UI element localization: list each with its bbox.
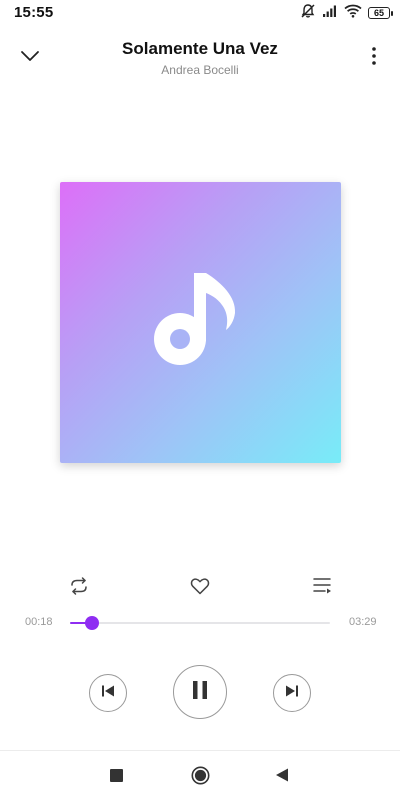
artist-name: Andrea Bocelli [161, 63, 239, 77]
status-icons: 65 [300, 3, 393, 24]
battery-level: 65 [373, 8, 384, 18]
signal-icon [322, 4, 338, 23]
progress-row: 00:18 03:29 [0, 612, 400, 634]
home-icon[interactable] [191, 766, 210, 785]
pause-button[interactable] [173, 665, 227, 719]
status-bar: 15:55 65 [0, 0, 400, 26]
recent-apps-icon[interactable] [110, 769, 123, 782]
next-button[interactable] [273, 674, 311, 712]
more-vertical-icon[interactable] [366, 44, 382, 68]
repeat-icon[interactable] [67, 574, 91, 598]
notifications-off-icon [300, 3, 316, 24]
pause-icon [189, 679, 211, 706]
next-icon [284, 683, 300, 704]
system-nav-bar [0, 751, 400, 800]
previous-button[interactable] [89, 674, 127, 712]
total-time: 03:29 [349, 616, 377, 628]
progress-bar[interactable] [70, 616, 330, 630]
back-icon[interactable] [274, 767, 290, 783]
action-row [0, 574, 400, 600]
progress-thumb[interactable] [85, 616, 100, 630]
elapsed-time: 00:18 [25, 616, 53, 628]
album-art [60, 182, 341, 463]
wifi-icon [344, 4, 362, 23]
song-title: Solamente Una Vez [122, 39, 278, 58]
status-time: 15:55 [14, 4, 54, 21]
playback-controls [0, 665, 400, 721]
heart-icon[interactable] [188, 574, 212, 598]
queue-icon[interactable] [310, 574, 334, 598]
previous-icon [100, 683, 116, 704]
battery-icon: 65 [368, 7, 393, 19]
player-header: Solamente Una Vez Andrea Bocelli [0, 26, 400, 90]
music-note-icon [150, 267, 260, 377]
